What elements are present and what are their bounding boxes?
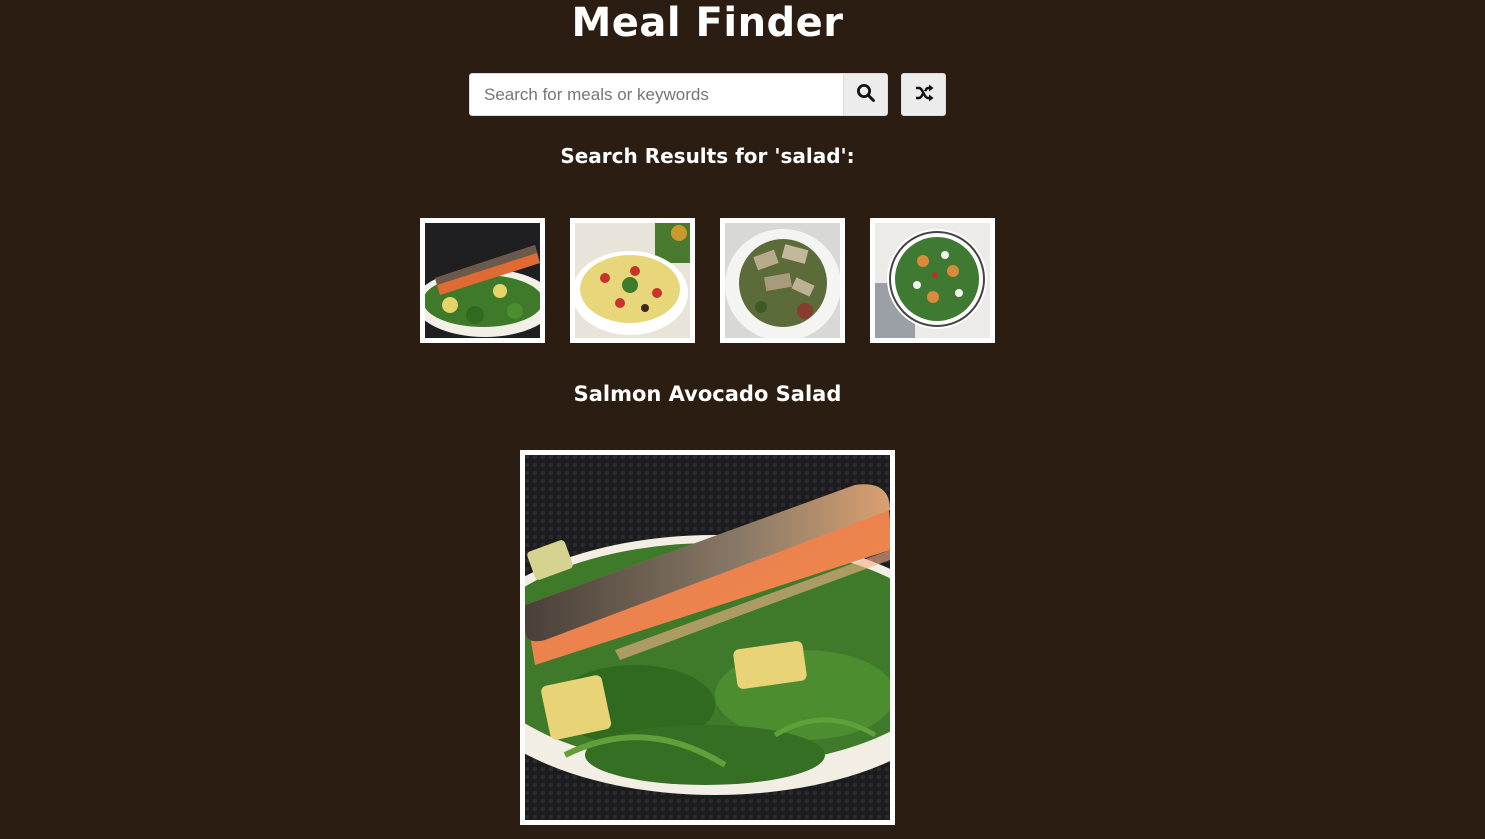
meal-finder-app: Meal Finder Search for meals or keywords…	[0, 0, 1485, 839]
search-input[interactable]	[469, 73, 843, 116]
search-form	[469, 73, 888, 116]
meal-result-item[interactable]	[870, 218, 995, 343]
selected-meal-image	[520, 450, 895, 825]
meal-results-list	[420, 218, 995, 343]
meal-result-item[interactable]	[720, 218, 845, 343]
salmon-avocado-salad-photo	[525, 455, 890, 820]
search-results-heading: Search Results for 'salad':	[560, 144, 855, 168]
chicken-salad-photo	[725, 223, 840, 338]
meal-result-item[interactable]	[570, 218, 695, 343]
random-meal-button[interactable]	[901, 73, 946, 116]
green-salad-bowl-photo	[875, 223, 990, 338]
meal-result-item[interactable]	[420, 218, 545, 343]
search-icon	[856, 83, 876, 106]
page-title: Meal Finder	[571, 0, 844, 46]
shuffle-icon	[914, 84, 934, 105]
selected-meal-name: Salmon Avocado Salad	[573, 382, 842, 406]
salmon-salad-photo	[425, 223, 540, 338]
search-button[interactable]	[843, 73, 888, 116]
pasta-salad-photo	[575, 223, 690, 338]
search-row	[469, 73, 946, 116]
